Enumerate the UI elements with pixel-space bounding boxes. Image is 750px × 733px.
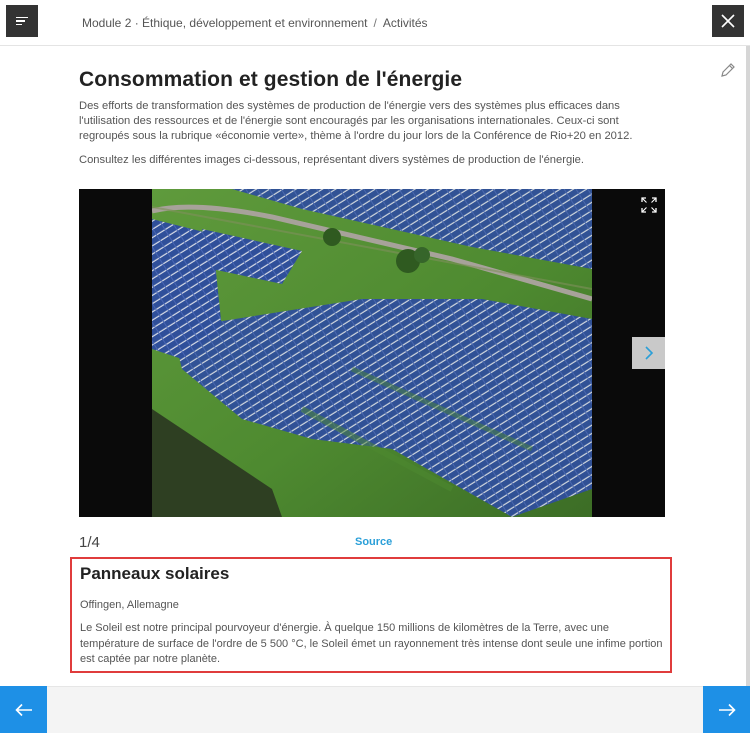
caption-description: Le Soleil est notre principal pourvoyeur… — [80, 622, 663, 665]
solar-farm-photo — [152, 189, 592, 517]
close-icon — [721, 14, 735, 28]
close-button[interactable] — [712, 5, 744, 37]
image-caption: Panneaux solaires Offingen, Allemagne Le… — [70, 557, 672, 673]
breadcrumb: Module 2 · Éthique, développement et env… — [82, 16, 428, 30]
expand-icon[interactable] — [641, 197, 657, 213]
menu-button[interactable] — [6, 5, 38, 37]
page-title: Consommation et gestion de l'énergie — [79, 68, 463, 91]
arrow-right-icon — [718, 703, 736, 716]
caption-location: Offingen, Allemagne — [80, 599, 179, 611]
instruction-paragraph: Consultez les différentes images ci-dess… — [79, 154, 585, 166]
arrow-left-icon — [14, 703, 32, 716]
carousel-next-button[interactable] — [632, 337, 665, 369]
scrollbar[interactable] — [746, 46, 750, 686]
bottom-bar — [0, 686, 750, 733]
menu-lines-icon — [16, 14, 28, 27]
image-carousel — [79, 189, 665, 517]
chevron-right-icon — [644, 346, 653, 360]
intro-paragraph: Des efforts de transformation des systèm… — [79, 100, 633, 143]
slide-counter: 1/4 — [79, 534, 100, 551]
source-link[interactable]: Source — [355, 536, 392, 548]
breadcrumb-module[interactable]: Module 2 · Éthique, développement et env… — [82, 16, 368, 30]
breadcrumb-separator: / — [373, 16, 377, 30]
pencil-icon[interactable] — [719, 61, 737, 79]
caption-title: Panneaux solaires — [80, 564, 230, 583]
previous-button[interactable] — [0, 686, 47, 733]
top-bar: Module 2 · Éthique, développement et env… — [0, 0, 750, 46]
next-button[interactable] — [703, 686, 750, 733]
breadcrumb-section[interactable]: Activités — [383, 16, 428, 30]
